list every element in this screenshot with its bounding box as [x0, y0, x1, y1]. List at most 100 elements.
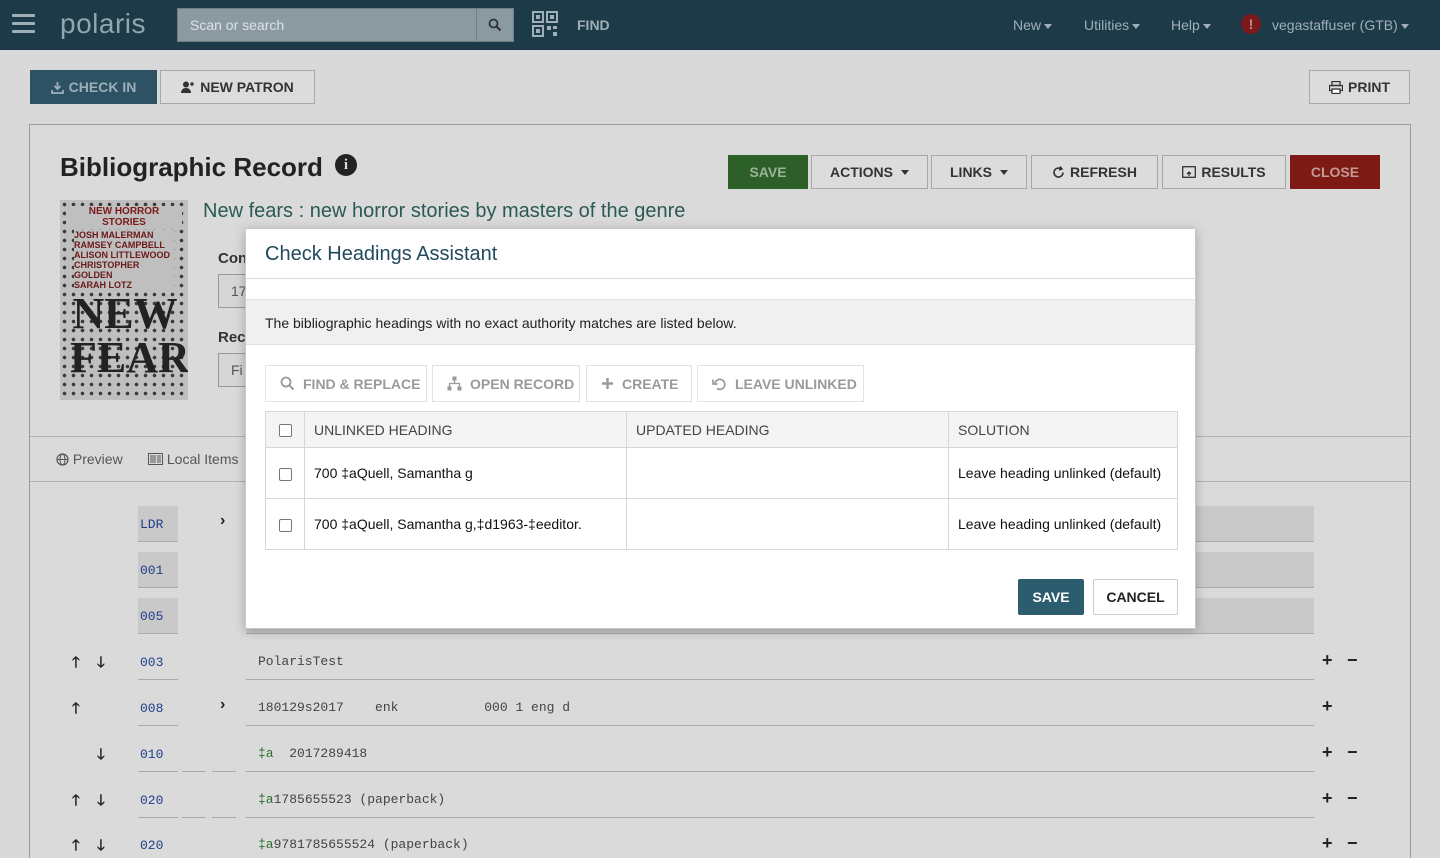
solution-cell: Leave heading unlinked (default)	[948, 447, 1178, 499]
marc-field-content[interactable]: ‡a9781785655524 (paperback)	[246, 827, 1314, 858]
alert-icon[interactable]: !	[1241, 14, 1261, 34]
leave-unlinked-button[interactable]: LEAVE UNLINKED	[697, 365, 864, 402]
row-checkbox[interactable]	[278, 467, 292, 481]
nav-new-menu[interactable]: New	[1013, 17, 1053, 33]
caret-down-icon	[1044, 23, 1053, 29]
cover-author: CHRISTOPHER GOLDEN	[74, 260, 140, 280]
control-number-label: Con	[218, 250, 248, 267]
indicator-1[interactable]	[182, 782, 206, 818]
check-in-button[interactable]: CHECK IN	[30, 70, 157, 104]
refresh-button[interactable]: REFRESH	[1031, 155, 1158, 189]
remove-field-icon[interactable]: −	[1347, 742, 1358, 763]
refresh-label: REFRESH	[1070, 164, 1137, 180]
polaris-logo[interactable]: polaris	[60, 8, 146, 40]
table-header-row: UNLINKED HEADING UPDATED HEADING SOLUTIO…	[265, 411, 1178, 448]
create-button[interactable]: CREATE	[586, 365, 692, 402]
add-field-icon[interactable]: +	[1322, 788, 1333, 809]
dialog-cancel-button[interactable]: CANCEL	[1093, 579, 1178, 615]
remove-field-icon[interactable]: −	[1347, 650, 1358, 671]
add-field-icon[interactable]: +	[1322, 742, 1333, 763]
results-button[interactable]: RESULTS	[1162, 155, 1286, 189]
marc-tag[interactable]: 001	[138, 552, 178, 588]
table-row[interactable]: 700 ‡aQuell, Samantha g Leave heading un…	[265, 447, 1178, 499]
add-field-icon[interactable]: +	[1322, 696, 1333, 717]
info-icon[interactable]: i	[335, 154, 357, 176]
tab-local-items[interactable]: Local Items	[148, 451, 238, 467]
marc-field-row: 🡑 🡓 020 ‡a9781785655524 (paperback) + −	[30, 823, 1410, 858]
hamburger-menu-icon[interactable]	[12, 14, 35, 34]
move-up-icon[interactable]: 🡑	[72, 790, 80, 815]
marc-tag[interactable]: 010	[138, 736, 178, 772]
cover-title-line: NEW	[72, 289, 178, 338]
find-replace-button[interactable]: FIND & REPLACE	[265, 365, 427, 402]
marc-tag[interactable]: 008	[138, 690, 178, 726]
indicator-2[interactable]	[212, 782, 236, 818]
top-bar: polaris Scan or search FIND New Utilitie…	[0, 0, 1440, 50]
dialog-info-text: The bibliographic headings with no exact…	[246, 299, 1195, 345]
marc-tag[interactable]: LDR	[138, 506, 178, 542]
links-menu-button[interactable]: LINKS	[931, 155, 1027, 189]
user-menu[interactable]: vegastaffuser (GTB)	[1272, 17, 1409, 33]
print-label: PRINT	[1348, 79, 1390, 95]
column-header-updated[interactable]: UPDATED HEADING	[626, 411, 949, 448]
dialog-save-button[interactable]: SAVE	[1018, 579, 1084, 615]
sitemap-icon	[447, 376, 462, 391]
tab-preview[interactable]: Preview	[56, 451, 123, 467]
row-checkbox[interactable]	[278, 518, 292, 532]
nav-help-menu[interactable]: Help	[1171, 17, 1211, 33]
marc-tag[interactable]: 020	[138, 782, 178, 818]
search-icon	[280, 376, 295, 391]
marc-tag[interactable]: 005	[138, 598, 178, 634]
chevron-right-icon[interactable]: ›	[220, 512, 225, 530]
move-up-icon[interactable]: 🡑	[72, 835, 80, 858]
move-down-icon[interactable]: 🡓	[97, 652, 105, 677]
indicator-2[interactable]	[212, 736, 236, 772]
subfield-value: 2017289418	[273, 746, 368, 761]
column-header-unlinked[interactable]: UNLINKED HEADING	[304, 411, 627, 448]
qr-code-icon[interactable]	[532, 11, 558, 37]
marc-field-content[interactable]: ‡a1785655523 (paperback)	[246, 782, 1314, 818]
cover-author: ALISON LITTLEWOOD	[74, 250, 170, 260]
updated-heading-cell	[626, 447, 949, 499]
tab-preview-label: Preview	[72, 451, 123, 467]
marc-field-row: 🡑 🡓 003 PolarisTest + −	[30, 640, 1410, 686]
search-button[interactable]	[476, 8, 514, 42]
marc-field-content[interactable]: PolarisTest	[246, 644, 1314, 680]
actions-menu-button[interactable]: ACTIONS	[811, 155, 928, 189]
move-up-icon[interactable]: 🡑	[72, 698, 80, 723]
new-patron-button[interactable]: NEW PATRON	[160, 70, 315, 104]
search-input[interactable]: Scan or search	[177, 8, 477, 42]
marc-tag[interactable]: 003	[138, 644, 178, 680]
move-down-icon[interactable]: 🡓	[97, 835, 105, 858]
find-link[interactable]: FIND	[577, 17, 610, 33]
select-all-checkbox[interactable]	[278, 424, 292, 438]
column-header-solution[interactable]: SOLUTION	[948, 411, 1178, 448]
move-down-icon[interactable]: 🡓	[97, 790, 105, 815]
add-field-icon[interactable]: +	[1322, 833, 1333, 854]
marc-field-content[interactable]: ‡a 2017289418	[246, 736, 1314, 772]
nav-utilities-label: Utilities	[1084, 17, 1130, 33]
add-field-icon[interactable]: +	[1322, 650, 1333, 671]
nav-utilities-menu[interactable]: Utilities	[1084, 17, 1141, 33]
save-record-button[interactable]: SAVE	[728, 155, 808, 189]
move-up-icon[interactable]: 🡑	[72, 652, 80, 677]
remove-field-icon[interactable]: −	[1347, 788, 1358, 809]
move-down-icon[interactable]: 🡓	[97, 744, 105, 769]
print-button[interactable]: PRINT	[1309, 70, 1410, 104]
subfield-code: ‡a	[258, 792, 274, 807]
marc-tag[interactable]: 020	[138, 827, 178, 858]
indicator-1[interactable]	[182, 736, 206, 772]
record-status-label: Rec	[218, 329, 246, 346]
results-icon	[1182, 166, 1197, 178]
table-row[interactable]: 700 ‡aQuell, Samantha g,‡d1963-‡eeditor.…	[265, 498, 1178, 550]
remove-field-icon[interactable]: −	[1347, 833, 1358, 854]
subfield-value: 9781785655524 (paperback)	[273, 837, 469, 852]
marc-field-content[interactable]: 180129s2017 enk 000 1 eng d	[246, 690, 1314, 726]
search-icon	[488, 18, 502, 32]
chevron-right-icon[interactable]: ›	[220, 696, 225, 714]
results-label: RESULTS	[1201, 164, 1266, 180]
close-record-button[interactable]: CLOSE	[1290, 155, 1380, 189]
find-replace-label: FIND & REPLACE	[303, 375, 421, 392]
book-cover-image: NEW HORROR STORIES JOSH MALERMAN RAMSEY …	[60, 200, 188, 400]
open-record-button[interactable]: OPEN RECORD	[432, 365, 580, 402]
